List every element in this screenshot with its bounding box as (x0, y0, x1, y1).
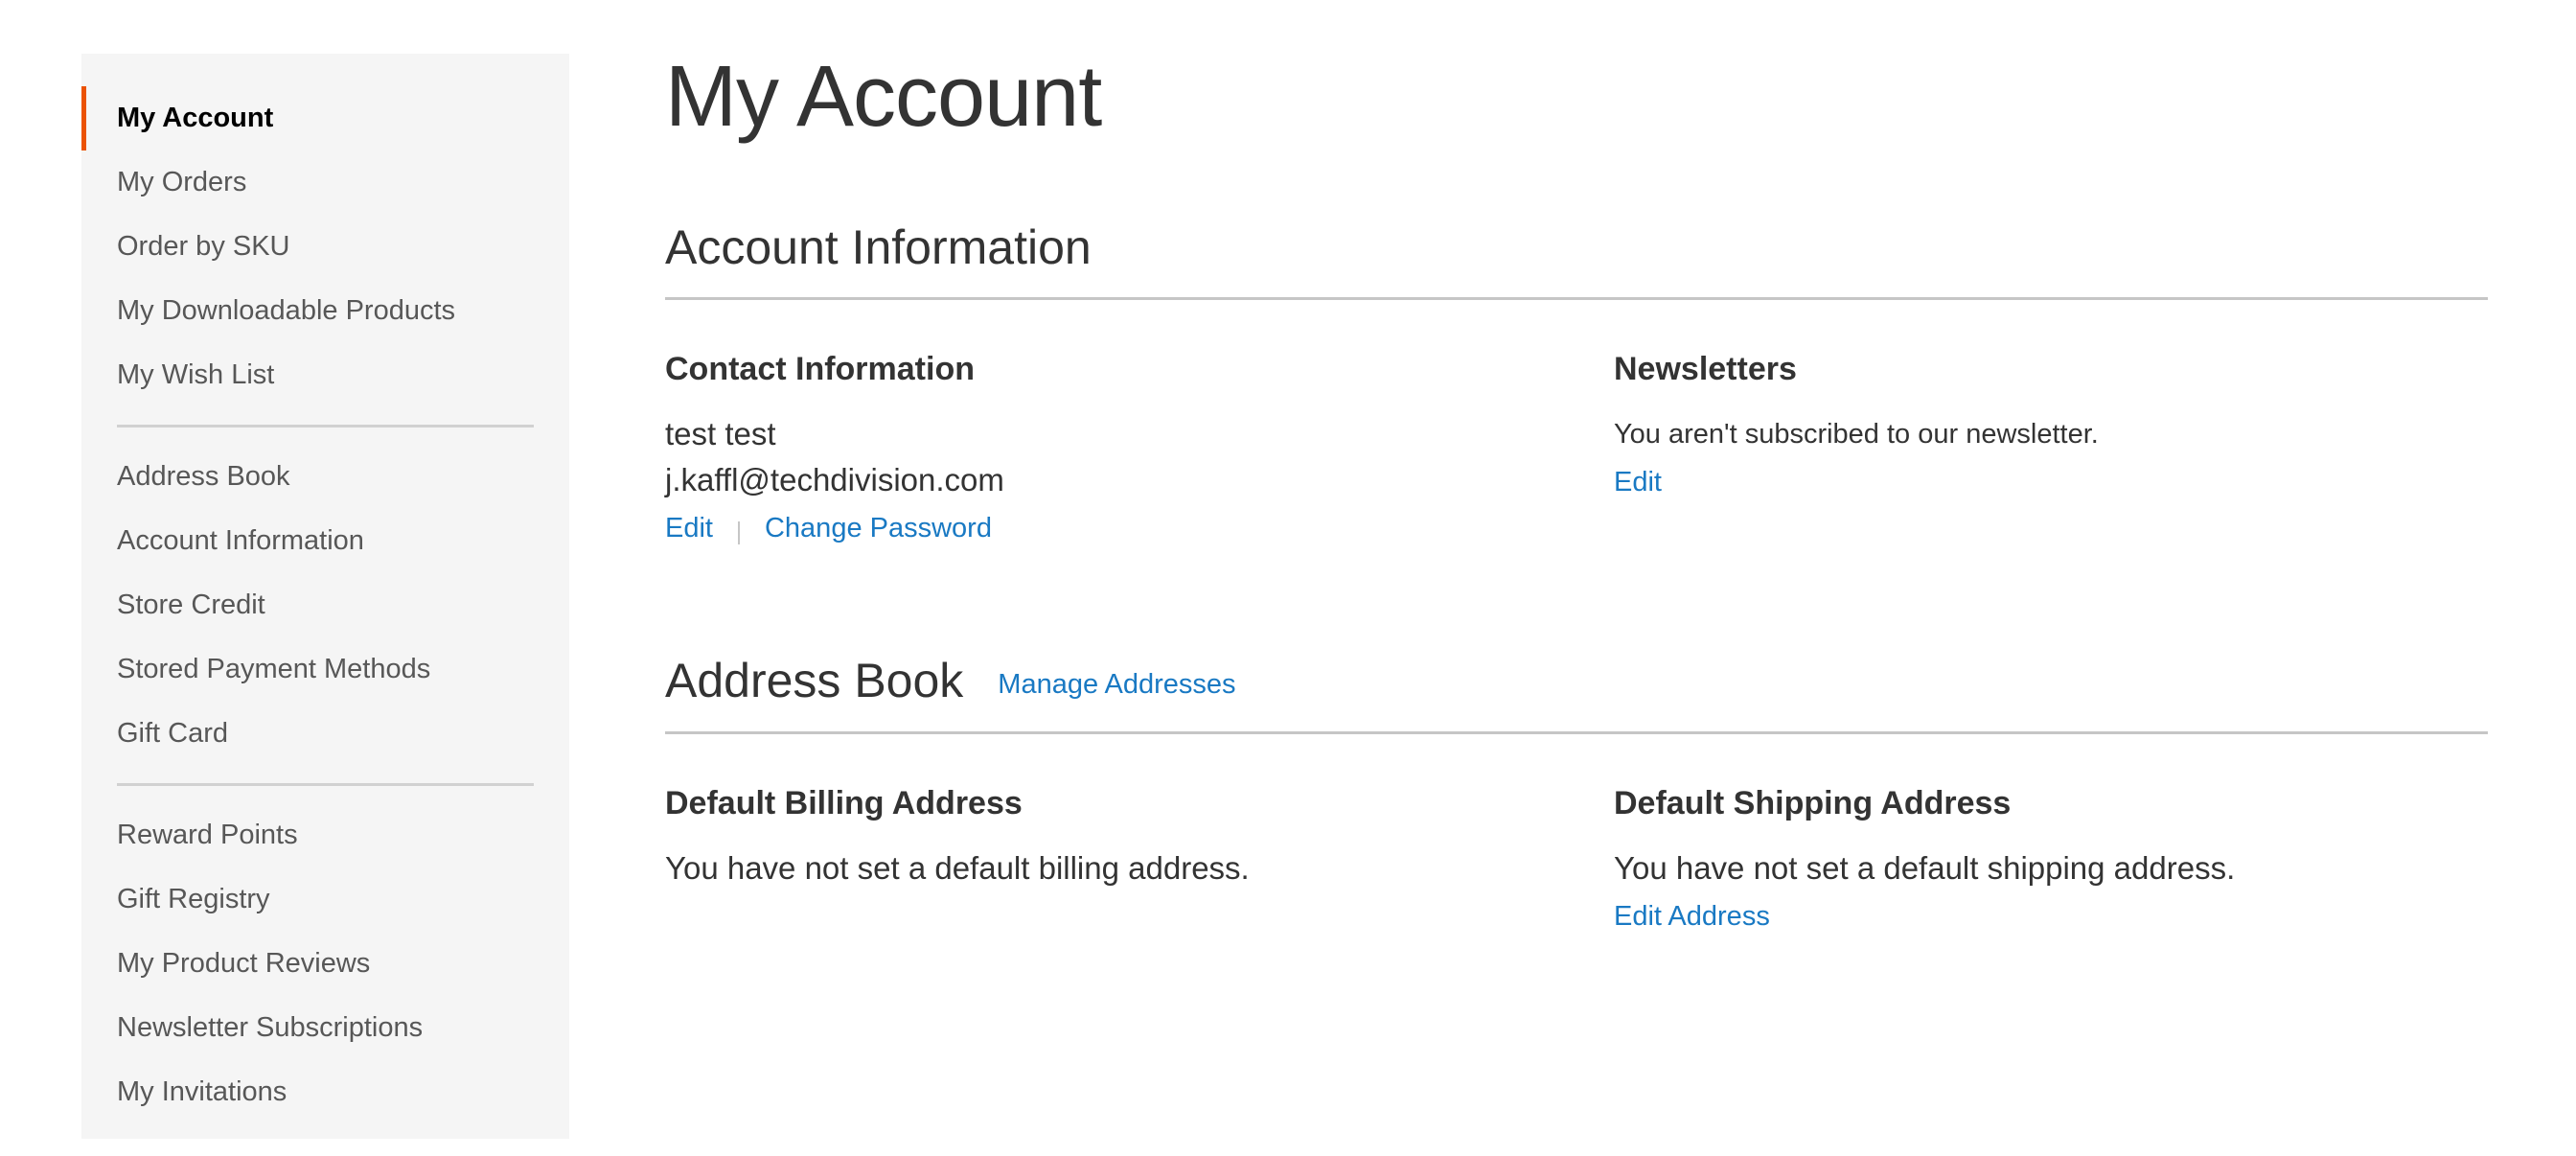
sidebar-item-address-book[interactable]: Address Book (81, 445, 569, 509)
shipping-actions: Edit Address (1614, 895, 2476, 942)
newsletters-box: Newsletters You aren't subscribed to our… (1614, 348, 2476, 508)
sidebar-item-order-by-sku[interactable]: Order by SKU (81, 215, 569, 279)
section-divider (665, 297, 2488, 300)
newsletter-actions: Edit (1614, 461, 2476, 508)
sidebar-divider (117, 783, 534, 786)
address-book-heading: Address Book (665, 654, 964, 707)
customer-email: j.kaffl@techdivision.com (665, 462, 1004, 497)
shipping-address-text: You have not set a default shipping addr… (1614, 850, 2236, 886)
sidebar-item-store-credit[interactable]: Store Credit (81, 573, 569, 637)
newsletters-title: Newsletters (1614, 351, 1797, 387)
page-title: My Account (665, 49, 1102, 145)
account-sidebar-nav: My Account My Orders Order by SKU My Dow… (81, 54, 569, 1139)
edit-newsletter-link[interactable]: Edit (1614, 467, 1662, 497)
contact-actions: Edit Change Password (665, 507, 1528, 554)
customer-name: test test (665, 416, 776, 451)
sidebar-item-my-invitations[interactable]: My Invitations (81, 1060, 569, 1124)
sidebar-item-my-orders[interactable]: My Orders (81, 150, 569, 215)
default-shipping-address-box: Default Shipping Address You have not se… (1614, 782, 2476, 942)
sidebar-item-reward-points[interactable]: Reward Points (81, 803, 569, 867)
sidebar-item-my-account[interactable]: My Account (81, 86, 569, 150)
action-separator (737, 520, 740, 544)
section-divider (665, 731, 2488, 734)
contact-information-title: Contact Information (665, 351, 975, 387)
sidebar-item-stored-payment-methods[interactable]: Stored Payment Methods (81, 637, 569, 702)
billing-address-text: You have not set a default billing addre… (665, 850, 1250, 886)
sidebar-item-account-information[interactable]: Account Information (81, 509, 569, 573)
sidebar-item-my-product-reviews[interactable]: My Product Reviews (81, 932, 569, 996)
sidebar-item-gift-registry[interactable]: Gift Registry (81, 867, 569, 932)
sidebar-item-my-downloadable-products[interactable]: My Downloadable Products (81, 279, 569, 343)
sidebar-item-my-wish-list[interactable]: My Wish List (81, 343, 569, 407)
contact-information-box: Contact Information test test j.kaffl@te… (665, 348, 1528, 554)
default-billing-address-box: Default Billing Address You have not set… (665, 782, 1528, 891)
address-book-heading-row: Address Book Manage Addresses (665, 652, 1236, 713)
sidebar-item-gift-card[interactable]: Gift Card (81, 702, 569, 766)
manage-addresses-link[interactable]: Manage Addresses (998, 669, 1235, 700)
change-password-link[interactable]: Change Password (765, 513, 992, 543)
default-billing-address-title: Default Billing Address (665, 785, 1023, 821)
edit-contact-link[interactable]: Edit (665, 513, 713, 543)
edit-address-link[interactable]: Edit Address (1614, 901, 1770, 932)
default-shipping-address-title: Default Shipping Address (1614, 785, 2012, 821)
sidebar-divider (117, 425, 534, 428)
account-information-heading: Account Information (665, 220, 1092, 274)
newsletter-status: You aren't subscribed to our newsletter. (1614, 419, 2099, 450)
sidebar-item-newsletter-subscriptions[interactable]: Newsletter Subscriptions (81, 996, 569, 1060)
